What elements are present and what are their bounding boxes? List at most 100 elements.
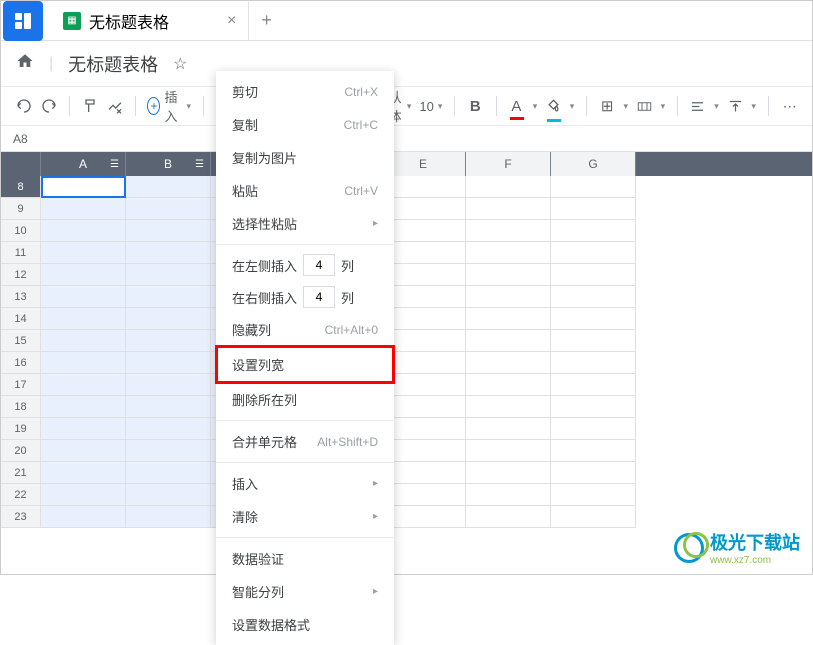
menu-paste[interactable]: 粘贴Ctrl+V	[216, 174, 394, 207]
cell[interactable]	[551, 264, 636, 286]
cell[interactable]	[551, 484, 636, 506]
valign-button[interactable]	[727, 92, 744, 120]
cell[interactable]	[126, 242, 211, 264]
cell[interactable]	[126, 176, 211, 198]
row-header[interactable]: 20	[1, 440, 41, 462]
cell[interactable]	[466, 198, 551, 220]
align-button[interactable]	[690, 92, 707, 120]
menu-cut[interactable]: 剪切Ctrl+X	[216, 75, 394, 108]
cell[interactable]	[126, 330, 211, 352]
font-size-dropdown[interactable]: 10 ▾	[419, 99, 442, 114]
cell[interactable]	[126, 462, 211, 484]
cell[interactable]	[466, 440, 551, 462]
cell[interactable]	[41, 308, 126, 330]
cell[interactable]	[126, 374, 211, 396]
fill-color-button[interactable]	[545, 92, 562, 120]
browser-tab[interactable]: ▦ 无标题表格 ×	[51, 2, 249, 40]
cell[interactable]	[466, 176, 551, 198]
menu-set-column-width[interactable]: 设置列宽	[215, 345, 395, 384]
cell[interactable]	[551, 286, 636, 308]
more-button[interactable]: ⋯	[780, 92, 797, 120]
cell[interactable]	[551, 352, 636, 374]
name-box[interactable]: A8	[1, 132, 56, 146]
row-header[interactable]: 15	[1, 330, 41, 352]
cell[interactable]	[126, 308, 211, 330]
menu-insert[interactable]: 插入▸	[216, 467, 394, 500]
add-tab-button[interactable]: +	[249, 10, 284, 31]
menu-paste-special[interactable]: 选择性粘贴▸	[216, 207, 394, 240]
row-header[interactable]: 13	[1, 286, 41, 308]
row-header[interactable]: 17	[1, 374, 41, 396]
cell[interactable]	[41, 396, 126, 418]
row-header[interactable]: 8	[1, 176, 41, 198]
menu-copy[interactable]: 复制Ctrl+C	[216, 108, 394, 141]
col-header-a[interactable]: A☰	[41, 152, 126, 176]
cell[interactable]	[466, 264, 551, 286]
row-header[interactable]: 21	[1, 462, 41, 484]
insert-right-input[interactable]	[303, 286, 335, 308]
cell[interactable]	[466, 352, 551, 374]
cell[interactable]	[41, 352, 126, 374]
row-header[interactable]: 16	[1, 352, 41, 374]
menu-copy-as-image[interactable]: 复制为图片	[216, 141, 394, 174]
cell[interactable]	[126, 286, 211, 308]
cell[interactable]	[551, 506, 636, 528]
cell[interactable]	[126, 198, 211, 220]
cell[interactable]	[551, 396, 636, 418]
menu-smart-split[interactable]: 智能分列▸	[216, 575, 394, 608]
cell[interactable]	[41, 462, 126, 484]
cell[interactable]	[126, 506, 211, 528]
star-icon[interactable]: ☆	[173, 54, 187, 74]
redo-button[interactable]	[41, 92, 58, 120]
menu-hide-column[interactable]: 隐藏列Ctrl+Alt+0	[216, 313, 394, 346]
menu-insert-left[interactable]: 在左侧插入列	[216, 249, 394, 281]
cell[interactable]	[466, 506, 551, 528]
cell[interactable]	[551, 330, 636, 352]
row-header[interactable]: 9	[1, 198, 41, 220]
cell[interactable]	[466, 396, 551, 418]
cell[interactable]	[466, 462, 551, 484]
cell[interactable]	[551, 374, 636, 396]
cell[interactable]	[41, 374, 126, 396]
cell[interactable]	[551, 198, 636, 220]
bold-button[interactable]: B	[467, 92, 484, 120]
cell[interactable]	[466, 484, 551, 506]
cell[interactable]	[41, 330, 126, 352]
menu-data-validation[interactable]: 数据验证	[216, 542, 394, 575]
cell[interactable]	[551, 242, 636, 264]
row-header[interactable]: 22	[1, 484, 41, 506]
cell[interactable]	[126, 440, 211, 462]
cell[interactable]	[551, 418, 636, 440]
cell[interactable]	[551, 462, 636, 484]
row-header[interactable]: 10	[1, 220, 41, 242]
row-header[interactable]: 11	[1, 242, 41, 264]
format-painter-button[interactable]	[82, 92, 99, 120]
cell[interactable]	[466, 220, 551, 242]
cell[interactable]	[466, 418, 551, 440]
row-header[interactable]: 18	[1, 396, 41, 418]
row-header[interactable]: 23	[1, 506, 41, 528]
merge-button[interactable]	[636, 92, 653, 120]
insert-dropdown[interactable]: + 插入 ▾	[147, 87, 191, 125]
col-header-f[interactable]: F	[466, 152, 551, 176]
cell[interactable]	[41, 220, 126, 242]
col-header-b[interactable]: B☰	[126, 152, 211, 176]
cell[interactable]	[41, 484, 126, 506]
text-color-button[interactable]: A	[508, 92, 525, 120]
cell[interactable]	[126, 396, 211, 418]
insert-left-input[interactable]	[303, 254, 335, 276]
cell[interactable]	[466, 374, 551, 396]
undo-button[interactable]	[16, 92, 33, 120]
row-header[interactable]: 19	[1, 418, 41, 440]
cell[interactable]	[551, 176, 636, 198]
cell[interactable]	[551, 220, 636, 242]
cell[interactable]	[551, 440, 636, 462]
row-header[interactable]: 12	[1, 264, 41, 286]
cell[interactable]	[41, 440, 126, 462]
cell[interactable]	[126, 264, 211, 286]
cell[interactable]	[41, 176, 126, 198]
menu-set-data-format[interactable]: 设置数据格式	[216, 608, 394, 641]
menu-clear[interactable]: 清除▸	[216, 500, 394, 533]
cell[interactable]	[41, 242, 126, 264]
col-header-g[interactable]: G	[551, 152, 636, 176]
